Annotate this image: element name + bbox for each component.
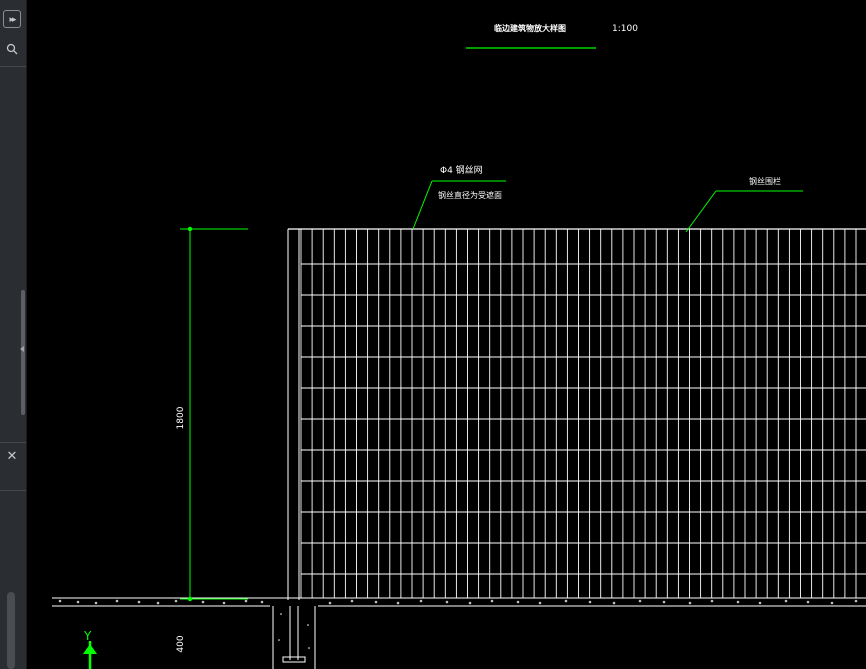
fence-mesh: [300, 229, 866, 598]
slab-hatch-mark: [468, 601, 472, 605]
slab-hatch-mark: [328, 601, 332, 605]
panel-divider: [0, 66, 26, 67]
slab-hatch-mark: [201, 600, 205, 604]
search-icon: [6, 43, 18, 55]
slab-hatch-mark: [115, 599, 119, 603]
cad-window: ▸▸ ✕ 临边建筑物放大样图 1:100 1800 400 Φ4 钢丝网 钢丝直…: [0, 0, 866, 669]
slab-hatch-mark: [588, 600, 592, 604]
fence-leader: [685, 190, 803, 233]
slab-hatch-mark: [396, 601, 400, 605]
panel-scrollbar-upper[interactable]: [21, 290, 25, 415]
mesh-leader: [412, 180, 506, 230]
slab-hatch-mark: [854, 599, 858, 603]
collapse-arrow-icon[interactable]: [20, 346, 24, 352]
panel-divider: [0, 442, 26, 443]
ground-slab: [52, 597, 866, 607]
slab-hatch-mark: [490, 599, 494, 603]
slab-hatch-mark: [137, 600, 141, 604]
left-tool-panel: ▸▸ ✕: [0, 0, 27, 669]
slab-hatch-mark: [688, 601, 692, 605]
slab-hatch-mark: [662, 600, 666, 604]
slab-hatch-mark: [538, 601, 542, 605]
slab-hatch-mark: [350, 599, 354, 603]
slab-hatch-mark: [564, 599, 568, 603]
height-dimension: [180, 226, 248, 602]
slab-hatch-mark: [222, 601, 226, 605]
expand-panel-button[interactable]: ▸▸: [3, 10, 21, 28]
slab-hatch-mark: [830, 601, 834, 605]
slab-hatch-mark: [76, 600, 80, 604]
ucs-icon: [83, 641, 97, 669]
close-panel-button[interactable]: ✕: [3, 448, 21, 466]
slab-hatch-mark: [710, 599, 714, 603]
slab-hatch-mark: [638, 599, 642, 603]
drawing-scale: 1:100: [612, 24, 638, 34]
slab-hatch-mark: [516, 600, 520, 604]
slab-hatch-mark: [612, 601, 616, 605]
dimension-1800-label: 1800: [176, 406, 186, 429]
slab-hatch-mark: [806, 600, 810, 604]
mesh-annotation-line1: Φ4 钢丝网: [440, 164, 483, 176]
slab-hatch-mark: [445, 600, 449, 604]
panel-divider: [0, 490, 26, 491]
slab-hatch-mark: [244, 599, 248, 603]
ucs-y-label: Y: [83, 629, 92, 643]
slab-hatch-mark: [94, 601, 98, 605]
slab-hatch-mark: [374, 600, 378, 604]
post-footing: [272, 606, 316, 669]
slab-hatch-mark: [58, 599, 62, 603]
slab-hatch-mark: [736, 600, 740, 604]
close-icon: ✕: [6, 449, 18, 464]
fence-annotation: 钢丝围栏: [749, 176, 781, 186]
double-chevron-right-icon: ▸▸: [9, 15, 16, 25]
slab-hatch-mark: [784, 599, 788, 603]
drawing-canvas[interactable]: 临边建筑物放大样图 1:100 1800 400 Φ4 钢丝网 钢丝直径为受遮面…: [27, 0, 866, 669]
slab-hatch-mark: [156, 601, 160, 605]
panel-scrollbar-lower[interactable]: [7, 592, 15, 669]
slab-hatch-mark: [419, 599, 423, 603]
drawing-title: 临边建筑物放大样图: [494, 23, 566, 33]
search-button[interactable]: [3, 40, 21, 58]
slab-hatch-mark: [758, 601, 762, 605]
dimension-400-label: 400: [176, 635, 186, 652]
slab-hatch-mark: [260, 600, 264, 604]
mesh-annotation-line2: 钢丝直径为受遮面: [438, 190, 502, 200]
slab-hatch-mark: [174, 599, 178, 603]
cad-drawing[interactable]: 临边建筑物放大样图 1:100 1800 400 Φ4 钢丝网 钢丝直径为受遮面…: [27, 0, 866, 669]
